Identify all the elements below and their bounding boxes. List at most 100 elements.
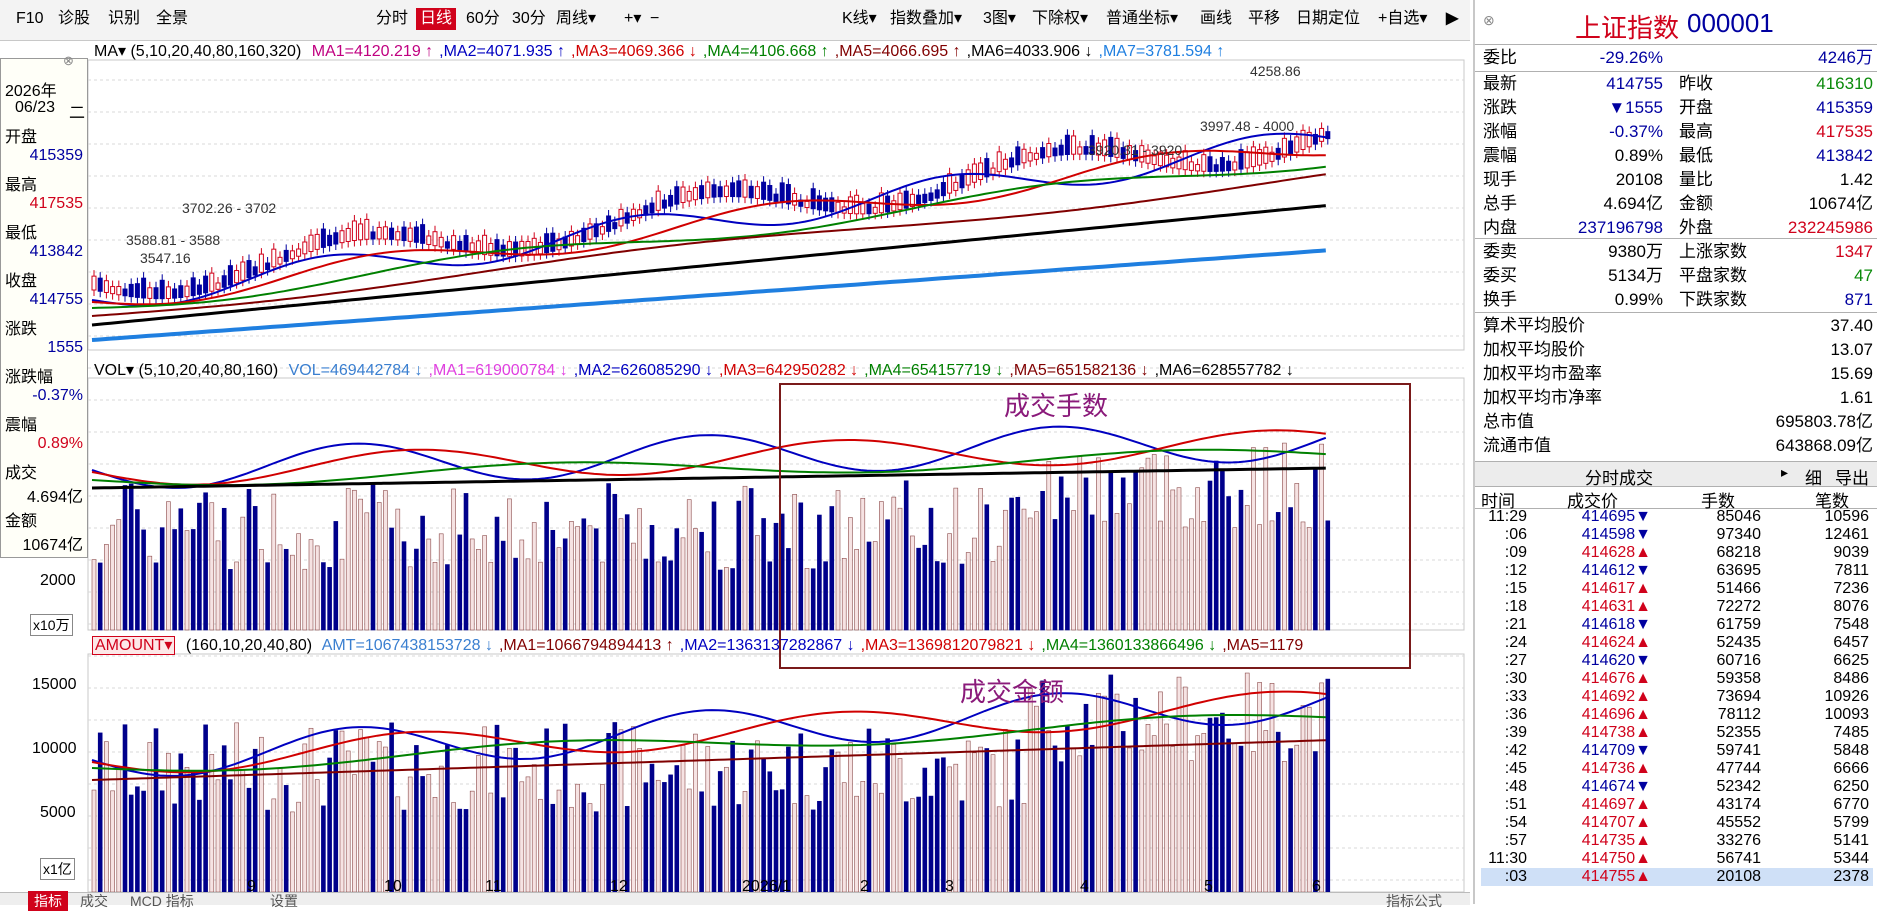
trade-row[interactable]: :27 414620▼ 60716 6625 bbox=[1481, 652, 1873, 670]
trade-row[interactable]: :39 414738▲ 52355 7485 bbox=[1481, 724, 1873, 742]
trade-volume: 59358 bbox=[1716, 670, 1762, 687]
quote-label2-rows-5: 金额 bbox=[1679, 194, 1713, 213]
quote-value-rows-5: 4.694亿 bbox=[1603, 194, 1663, 213]
trades-list[interactable]: 11:29 414695▼ 85046 10596:06 414598▼ 97340 124… bbox=[1475, 508, 1877, 888]
zoom-in-button[interactable]: +▾ bbox=[624, 8, 641, 30]
three-charts-dropdown[interactable]: 3图▾ bbox=[983, 8, 1016, 30]
kline-dropdown[interactable]: K线▾ bbox=[842, 8, 877, 30]
period-tab-daily[interactable]: 日线 bbox=[416, 8, 457, 30]
trade-row[interactable]: :45 414736▲ 47744 6666 bbox=[1481, 760, 1873, 778]
vol-legend-prefix[interactable]: VOL▾ (5,10,20,40,80,160) bbox=[94, 362, 278, 379]
trade-row[interactable]: :03 414755▲ 20108 2378 bbox=[1481, 868, 1873, 886]
trade-row[interactable]: :51 414697▲ 43174 6770 bbox=[1481, 796, 1873, 814]
trade-row[interactable]: :57 414735▲ 33276 5141 bbox=[1481, 832, 1873, 850]
trade-row[interactable]: :09 414628▲ 68218 9039 bbox=[1481, 544, 1873, 562]
period-tab-30min[interactable]: 30分 bbox=[512, 8, 546, 30]
price-mark-high: 4258.86 bbox=[1250, 63, 1301, 79]
quote-value-rows-4: 20108 bbox=[1615, 170, 1663, 189]
trades-expand-button[interactable]: ▸ bbox=[1781, 464, 1788, 481]
amt-axis-tick-10000: 10000 bbox=[32, 740, 77, 757]
quote-panel: ⊗ 上证指数 000001 委比 -29.26% 4246万 最新 414755 昨… bbox=[1473, 0, 1877, 904]
trade-time: :27 bbox=[1504, 652, 1527, 669]
add-watchlist-button[interactable]: +自选▾ bbox=[1378, 8, 1427, 30]
bottom-tab-indicator[interactable]: 指标 bbox=[28, 891, 68, 911]
trade-row[interactable]: :21 414618▼ 61759 7548 bbox=[1481, 616, 1873, 634]
ma-legend-item-1: ,MA2=4071.935 ↑ bbox=[439, 43, 566, 60]
trade-volume: 78112 bbox=[1717, 706, 1761, 723]
quote-label-rows-1: 涨跌 bbox=[1483, 98, 1517, 117]
bottom-tab-mcd[interactable]: MCD 指标 bbox=[130, 891, 194, 911]
price-mark-3: 3547.16 bbox=[140, 250, 191, 266]
trade-row[interactable]: :48 414674▼ 52342 6250 bbox=[1481, 778, 1873, 796]
period-tab-weekly[interactable]: 周线▾ bbox=[556, 8, 596, 30]
date-locate-button[interactable]: 日期定位 bbox=[1296, 8, 1360, 30]
ma-legend-item-0: MA1=4120.219 ↑ bbox=[311, 43, 434, 60]
quote-row-rows-5: 总手 4.694亿 金额 10674亿 bbox=[1483, 192, 1875, 216]
zoom-out-button[interactable]: − bbox=[650, 8, 659, 30]
quote-row-rows2-2: 换手 0.99% 下跌家数 871 bbox=[1483, 288, 1875, 312]
trade-row[interactable]: :42 414709▼ 59741 5848 bbox=[1481, 742, 1873, 760]
trade-row[interactable]: :30 414676▲ 59358 8486 bbox=[1481, 670, 1873, 688]
index-overlay-dropdown[interactable]: 指数叠加▾ bbox=[890, 8, 962, 30]
trade-row[interactable]: :36 414696▲ 78112 10093 bbox=[1481, 706, 1873, 724]
vol-legend-item-1: ,MA1=619000784 ↓ bbox=[428, 362, 568, 379]
trade-row[interactable]: :33 414692▲ 73694 10926 bbox=[1481, 688, 1873, 706]
kline-chart-svg[interactable] bbox=[0, 40, 1470, 904]
shibie-button[interactable]: 识别 bbox=[108, 8, 140, 30]
trade-row[interactable]: :12 414612▼ 63695 7811 bbox=[1481, 562, 1873, 580]
trade-row[interactable]: :15 414617▲ 51466 7236 bbox=[1481, 580, 1873, 598]
trade-time: :21 bbox=[1504, 616, 1527, 633]
bottom-tab-settings[interactable]: 设置 bbox=[270, 891, 298, 911]
pan-button[interactable]: 平移 bbox=[1248, 8, 1280, 30]
period-tab-intraday[interactable]: 分时 bbox=[376, 8, 408, 30]
coordinate-dropdown[interactable]: 普通坐标▾ bbox=[1106, 8, 1178, 30]
quote-stat-label-2: 加权平均市盈率 bbox=[1483, 364, 1602, 383]
quote-label2-rows-6: 外盘 bbox=[1679, 218, 1713, 237]
quote-stat-row-3: 加权平均市净率 1.61 bbox=[1483, 386, 1875, 410]
trade-row[interactable]: 11:29 414695▼ 85046 10596 bbox=[1481, 508, 1873, 526]
trade-volume: 72272 bbox=[1716, 598, 1762, 615]
trade-price: 414709▼ bbox=[1581, 742, 1651, 759]
draw-line-button[interactable]: 画线 bbox=[1200, 8, 1232, 30]
trade-price: 414755▲ bbox=[1581, 868, 1651, 885]
quote-value2-rows-5: 10674亿 bbox=[1808, 194, 1873, 213]
trade-row[interactable]: :18 414631▲ 72272 8076 bbox=[1481, 598, 1873, 616]
trade-volume: 51466 bbox=[1716, 580, 1762, 597]
quanjing-button[interactable]: 全景 bbox=[156, 8, 188, 30]
trade-time: :48 bbox=[1504, 778, 1527, 795]
quote-prev-icon[interactable]: ⊗ bbox=[1483, 12, 1495, 29]
trade-price: 414628▲ bbox=[1581, 544, 1651, 561]
trade-row[interactable]: :24 414624▲ 52435 6457 bbox=[1481, 634, 1873, 652]
period-tab-60min[interactable]: 60分 bbox=[466, 8, 500, 30]
f10-button[interactable]: F10 bbox=[16, 8, 44, 30]
trade-count: 7548 bbox=[1833, 616, 1869, 633]
trade-count: 2378 bbox=[1833, 868, 1869, 885]
zhengu-button[interactable]: 诊股 bbox=[58, 8, 90, 30]
trade-row[interactable]: 11:30 414750▲ 56741 5344 bbox=[1481, 850, 1873, 868]
bottom-tab-trade[interactable]: 成交 bbox=[80, 891, 108, 911]
bottom-tab-formula[interactable]: 指标公式 bbox=[1386, 891, 1442, 911]
trade-row[interactable]: :54 414707▲ 45552 5799 bbox=[1481, 814, 1873, 832]
kline-chart-area[interactable]: MA▾ (5,10,20,40,80,160,320) MA1=4120.219… bbox=[0, 40, 1470, 911]
info-field-label-3: 收盘 bbox=[5, 273, 38, 290]
quote-label-rows-5: 总手 bbox=[1483, 194, 1517, 213]
quote-label-rows-4: 现手 bbox=[1483, 170, 1517, 189]
trade-time: :30 bbox=[1504, 670, 1527, 687]
price-mark-5: 3920.31 - 3920 bbox=[1088, 142, 1183, 158]
info-field-label-1: 最高 bbox=[5, 177, 38, 194]
exright-dropdown[interactable]: 下除权▾ bbox=[1032, 8, 1088, 30]
trade-volume: 52435 bbox=[1716, 634, 1762, 651]
trade-count: 8486 bbox=[1833, 670, 1869, 687]
trade-volume: 52355 bbox=[1716, 724, 1762, 741]
trade-volume: 33276 bbox=[1716, 832, 1762, 849]
trade-row[interactable]: :06 414598▼ 97340 12461 bbox=[1481, 526, 1873, 544]
quote-stat-value-1: 13.07 bbox=[1830, 340, 1873, 359]
info-close-icon[interactable]: ⊗ bbox=[63, 53, 145, 69]
info-field-label-7: 成交 bbox=[5, 465, 38, 482]
info-field-value-0: 415359 bbox=[29, 147, 83, 164]
amount-legend-prefix[interactable]: AMOUNT▾ bbox=[92, 636, 176, 655]
amt-axis-tick-15000: 15000 bbox=[32, 676, 77, 693]
quote-value-rows2-0: 9380万 bbox=[1608, 242, 1663, 261]
info-field-label-5: 涨跌幅 bbox=[5, 369, 54, 386]
collapse-icon[interactable]: ▶ bbox=[1446, 8, 1458, 30]
